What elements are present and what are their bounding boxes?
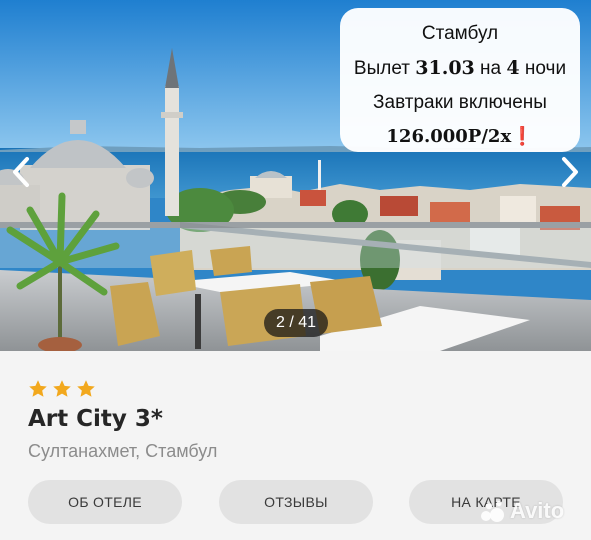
photo-gallery[interactable]: Стамбул Вылет 31.03 на 4 ночи Завтраки в… [0, 0, 591, 351]
about-hotel-button[interactable]: ОБ ОТЕЛЕ [28, 480, 182, 524]
promo-breakfast: Завтраки включены [373, 92, 547, 113]
departure-date: 31.03 [415, 57, 475, 79]
gallery-prev-button[interactable] [4, 150, 38, 194]
gallery-next-button[interactable] [553, 150, 587, 194]
exclamation-icon: ❗ [511, 126, 534, 147]
hotel-location: Султанахмет, Стамбул [28, 441, 218, 461]
star-icon [77, 380, 95, 397]
hotel-name: Art City 3* [28, 406, 163, 432]
star-icon [53, 380, 71, 397]
reviews-button[interactable]: ОТЗЫВЫ [219, 480, 373, 524]
promo-departure: Вылет 31.03 на 4 ночи [353, 57, 567, 79]
show-on-map-button[interactable]: НА КАРТЕ [409, 480, 563, 524]
chevron-left-icon [13, 157, 29, 187]
chevron-right-icon [562, 157, 578, 187]
promo-price: 126.000Р/2х❗ [386, 126, 534, 147]
star-icon [29, 380, 47, 397]
nights-count: 4 [506, 57, 520, 79]
star-rating [28, 379, 96, 399]
promo-card: Стамбул Вылет 31.03 на 4 ночи Завтраки в… [340, 8, 580, 152]
photo-counter: 2 / 41 [264, 309, 328, 337]
promo-city: Стамбул [421, 23, 499, 44]
hotel-info-card: Art City 3* Султанахмет, Стамбул ОБ ОТЕЛ… [0, 351, 591, 540]
